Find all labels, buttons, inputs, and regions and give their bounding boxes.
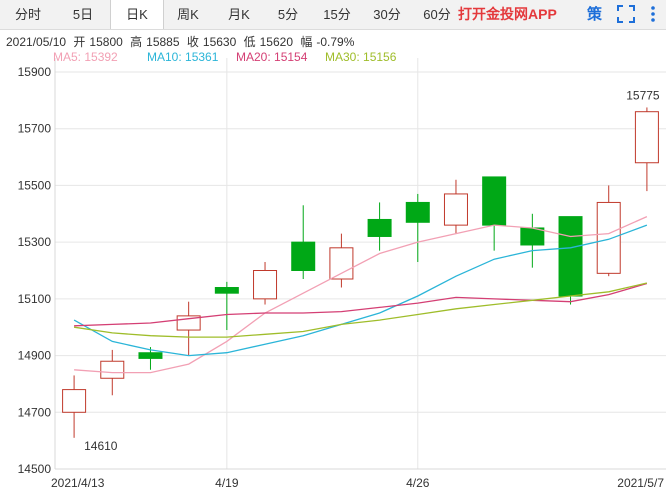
candle-body-up — [329, 247, 354, 280]
ma-legend-item: MA20: 15154 — [236, 50, 308, 64]
ma-legend-item: MA10: 15361 — [147, 50, 219, 64]
candle-body-up — [62, 389, 87, 413]
candle-body-up — [596, 201, 621, 274]
ma-legend-item: MA30: 15156 — [325, 50, 397, 64]
ma-legend-item: MA5: 15392 — [53, 50, 118, 64]
candle-body-up — [253, 270, 278, 300]
y-tick-label: 15100 — [18, 292, 52, 306]
y-tick-label: 15300 — [18, 235, 52, 249]
low-annotation: 14610 — [84, 439, 118, 453]
candle-body-down — [367, 218, 392, 237]
x-tick-label: 4/26 — [406, 476, 430, 490]
candle-body-down — [405, 201, 430, 223]
x-tick-label: 2021/5/7 — [617, 476, 664, 490]
x-tick-label: 2021/4/13 — [51, 476, 105, 490]
candle-body-down — [291, 241, 316, 271]
y-tick-label: 14500 — [18, 462, 52, 476]
x-tick-label: 4/19 — [215, 476, 239, 490]
y-tick-label: 14700 — [18, 405, 52, 419]
y-tick-label: 15500 — [18, 178, 52, 192]
y-tick-label: 15700 — [18, 122, 52, 136]
candlestick-chart[interactable]: 14500 14700 14900 15100 15300 15500 15700 15900… — [0, 0, 666, 492]
candle-body-down — [520, 227, 545, 246]
candle-body-up — [634, 111, 659, 164]
candle-body-down — [482, 176, 507, 226]
y-tick-label: 15900 — [18, 65, 52, 79]
candle-body-down — [214, 287, 239, 294]
y-tick-label: 14900 — [18, 349, 52, 363]
candle-body-down — [138, 352, 163, 359]
candle-body-up — [100, 360, 125, 379]
candle-body-down — [558, 216, 583, 297]
candle-body-up — [443, 193, 468, 226]
high-annotation: 15775 — [626, 88, 660, 102]
